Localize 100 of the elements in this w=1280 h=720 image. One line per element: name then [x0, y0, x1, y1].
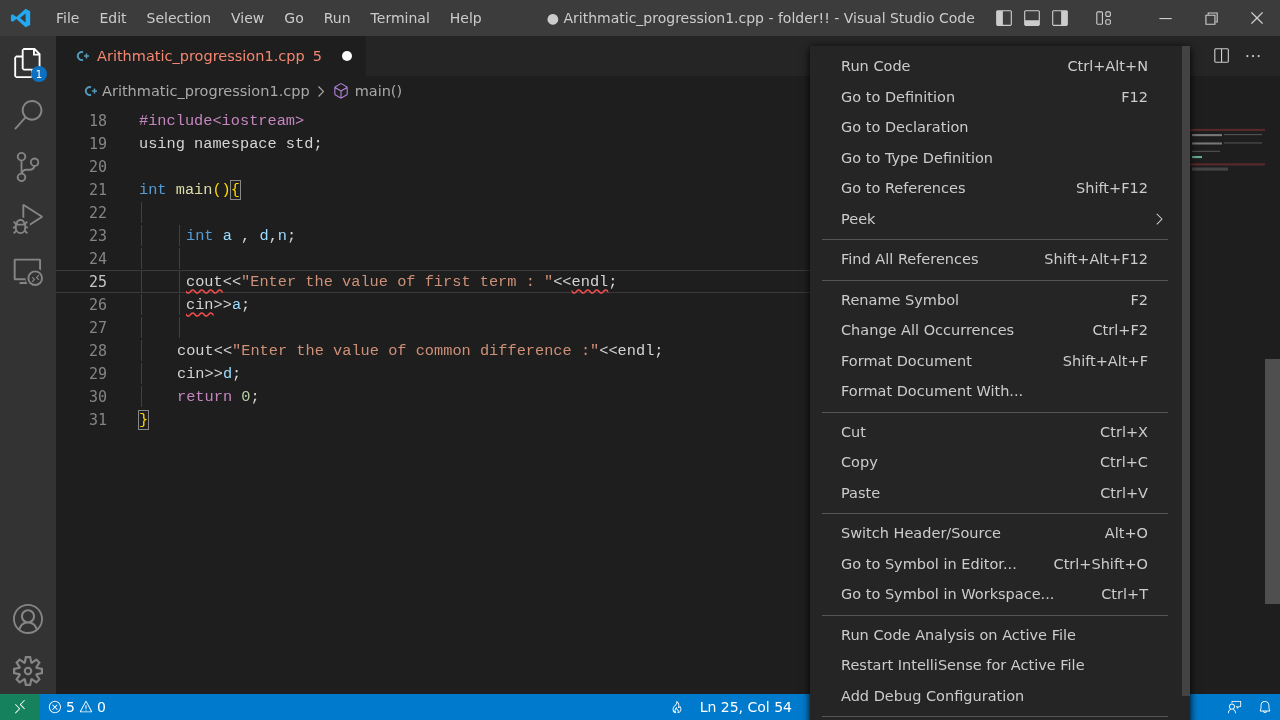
- cpp-file-icon: [76, 50, 89, 62]
- line-number: 26: [87, 295, 108, 314]
- menu-item[interactable]: Copy Ctrl+C: [822, 447, 1168, 478]
- menu-item[interactable]: Go to Symbol in Editor... Ctrl+Shift+O: [822, 548, 1168, 579]
- menu-item[interactable]: Peek: [822, 203, 1168, 234]
- menu-item[interactable]: Go to Declaration: [822, 112, 1168, 143]
- error-count[interactable]: 5: [66, 699, 75, 715]
- line-number: 25: [87, 272, 108, 291]
- breadcrumb-item[interactable]: main(): [354, 83, 403, 99]
- menu-item[interactable]: Paste Ctrl+V: [822, 477, 1168, 508]
- line-number: 29: [87, 364, 108, 383]
- line-number: 27: [87, 318, 108, 337]
- code-line: #include<iostream>: [139, 111, 305, 130]
- warning-count[interactable]: 0: [96, 699, 106, 715]
- remote-button[interactable]: [0, 694, 40, 720]
- menu-item[interactable]: File: [46, 10, 90, 26]
- shortcut-label: F2: [1130, 291, 1148, 308]
- line-number: 28: [87, 341, 108, 360]
- code-line: }: [139, 410, 149, 429]
- shortcut-label: Ctrl+F2: [1092, 322, 1148, 339]
- line-number: 20: [87, 157, 108, 176]
- run-debug-icon[interactable]: [13, 204, 43, 234]
- app-logo-icon: [10, 7, 32, 29]
- menu-item[interactable]: Help: [439, 10, 492, 26]
- shortcut-label: Shift+F12: [1076, 180, 1148, 197]
- menu-scrollbar[interactable]: [1182, 46, 1190, 696]
- code-line: cout<<"Enter the value of common difference :"<<endl;: [177, 341, 664, 360]
- window-title: ● Arithmatic_progression1.cpp - folder!! - Visual Studio Code: [545, 10, 976, 26]
- close-icon[interactable]: [1248, 9, 1266, 27]
- menu-item[interactable]: Run: [313, 10, 361, 26]
- problem-count: 5: [312, 48, 322, 64]
- shortcut-label: Shift+Alt+F12: [1044, 251, 1148, 268]
- menu-item[interactable]: Terminal: [360, 10, 440, 26]
- shortcut-label: Ctrl+Alt+N: [1067, 58, 1148, 75]
- shortcut-label: Alt+O: [1104, 525, 1148, 542]
- shortcut-label: Ctrl+V: [1100, 484, 1148, 501]
- menu-item[interactable]: Format Document Shift+Alt+F: [822, 345, 1168, 376]
- shortcut-label: Ctrl+T: [1101, 586, 1148, 603]
- line-number: 31: [87, 410, 108, 429]
- menu-item[interactable]: Add Debug Configuration: [822, 680, 1168, 711]
- settings-icon[interactable]: [13, 656, 43, 686]
- line-number: 23: [87, 226, 108, 245]
- error-icon[interactable]: [48, 700, 62, 714]
- line-number: 19: [87, 134, 108, 153]
- menu-item[interactable]: Selection: [136, 10, 222, 26]
- chevron-icon: [317, 85, 324, 97]
- notifications-icon[interactable]: [1258, 700, 1272, 714]
- shortcut-label: Ctrl+Shift+O: [1053, 555, 1148, 572]
- code-line: int a , d,n;: [186, 226, 297, 245]
- line-number: 18: [87, 111, 108, 130]
- menu-item[interactable]: Go to Symbol in Workspace... Ctrl+T: [822, 579, 1168, 610]
- split-editor-icon[interactable]: [1212, 47, 1230, 65]
- line-number: 24: [87, 249, 108, 268]
- remote-explorer-icon[interactable]: [13, 256, 43, 286]
- shortcut-label: Shift+Alt+F: [1062, 352, 1148, 369]
- cpp-file-icon: [84, 85, 97, 97]
- panel-toggle-icon[interactable]: [1023, 9, 1041, 27]
- account-icon[interactable]: [13, 604, 43, 634]
- warning-icon[interactable]: [78, 700, 93, 714]
- secondary-sidebar-icon[interactable]: [1051, 9, 1069, 27]
- cursor-position[interactable]: Ln 25, Col 54: [691, 699, 800, 715]
- search-icon[interactable]: [13, 100, 43, 130]
- menu-item[interactable]: Run Code Ctrl+Alt+N: [822, 51, 1168, 82]
- remote-icon: [12, 699, 28, 715]
- editor-tab[interactable]: Arithmatic_progression1.cpp 5: [56, 36, 366, 76]
- code-line: cin>>d;: [177, 364, 242, 383]
- shortcut-label: Ctrl+X: [1100, 423, 1148, 440]
- code-line: int main(){: [139, 180, 240, 199]
- notification-badge: 1: [31, 66, 47, 82]
- menu-item[interactable]: Go to Type Definition: [822, 142, 1168, 173]
- line-number: 30: [87, 387, 108, 406]
- menu-item[interactable]: Change All Occurrences Ctrl+F2: [822, 315, 1168, 346]
- menu-item[interactable]: Format Document With...: [822, 376, 1168, 407]
- code-line: cin>>a;: [186, 295, 251, 314]
- scrollbar-thumb[interactable]: [1265, 359, 1280, 604]
- code-line: using namespace std;: [139, 134, 323, 153]
- sidebar-toggle-icon[interactable]: [995, 9, 1013, 27]
- menu-item[interactable]: Go to Definition F12: [822, 81, 1168, 112]
- menu-item[interactable]: Find All References Shift+Alt+F12: [822, 244, 1168, 275]
- feedback-icon[interactable]: [1228, 700, 1242, 714]
- tab-label: Arithmatic_progression1.cpp: [97, 48, 305, 64]
- menu-item[interactable]: View: [221, 10, 275, 26]
- shortcut-label: Ctrl+C: [1099, 454, 1148, 471]
- menu-item[interactable]: Switch Header/Source Alt+O: [822, 518, 1168, 549]
- shortcut-label: F12: [1121, 88, 1148, 105]
- code-line: return 0;: [177, 387, 260, 406]
- restore-icon[interactable]: [1202, 9, 1220, 27]
- code-line: cout<<"Enter the value of first term : "<<endl;: [186, 272, 618, 291]
- line-number: 21: [87, 180, 108, 199]
- line-number: 22: [87, 203, 108, 222]
- menu-item[interactable]: Go to References Shift+F12: [822, 173, 1168, 204]
- breadcrumb-item[interactable]: Arithmatic_progression1.cpp: [102, 83, 310, 99]
- menu-item[interactable]: Rename Symbol F2: [822, 284, 1168, 315]
- layout-icon[interactable]: [1094, 9, 1112, 27]
- menu-item[interactable]: Edit: [89, 10, 137, 26]
- menu-item[interactable]: Go: [274, 10, 314, 26]
- method-icon: [331, 82, 350, 100]
- menu-item[interactable]: Cut Ctrl+X: [822, 416, 1168, 447]
- menu-item[interactable]: Restart IntelliSense for Active File: [822, 650, 1168, 681]
- menu-item[interactable]: Run Code Analysis on Active File: [822, 619, 1168, 650]
